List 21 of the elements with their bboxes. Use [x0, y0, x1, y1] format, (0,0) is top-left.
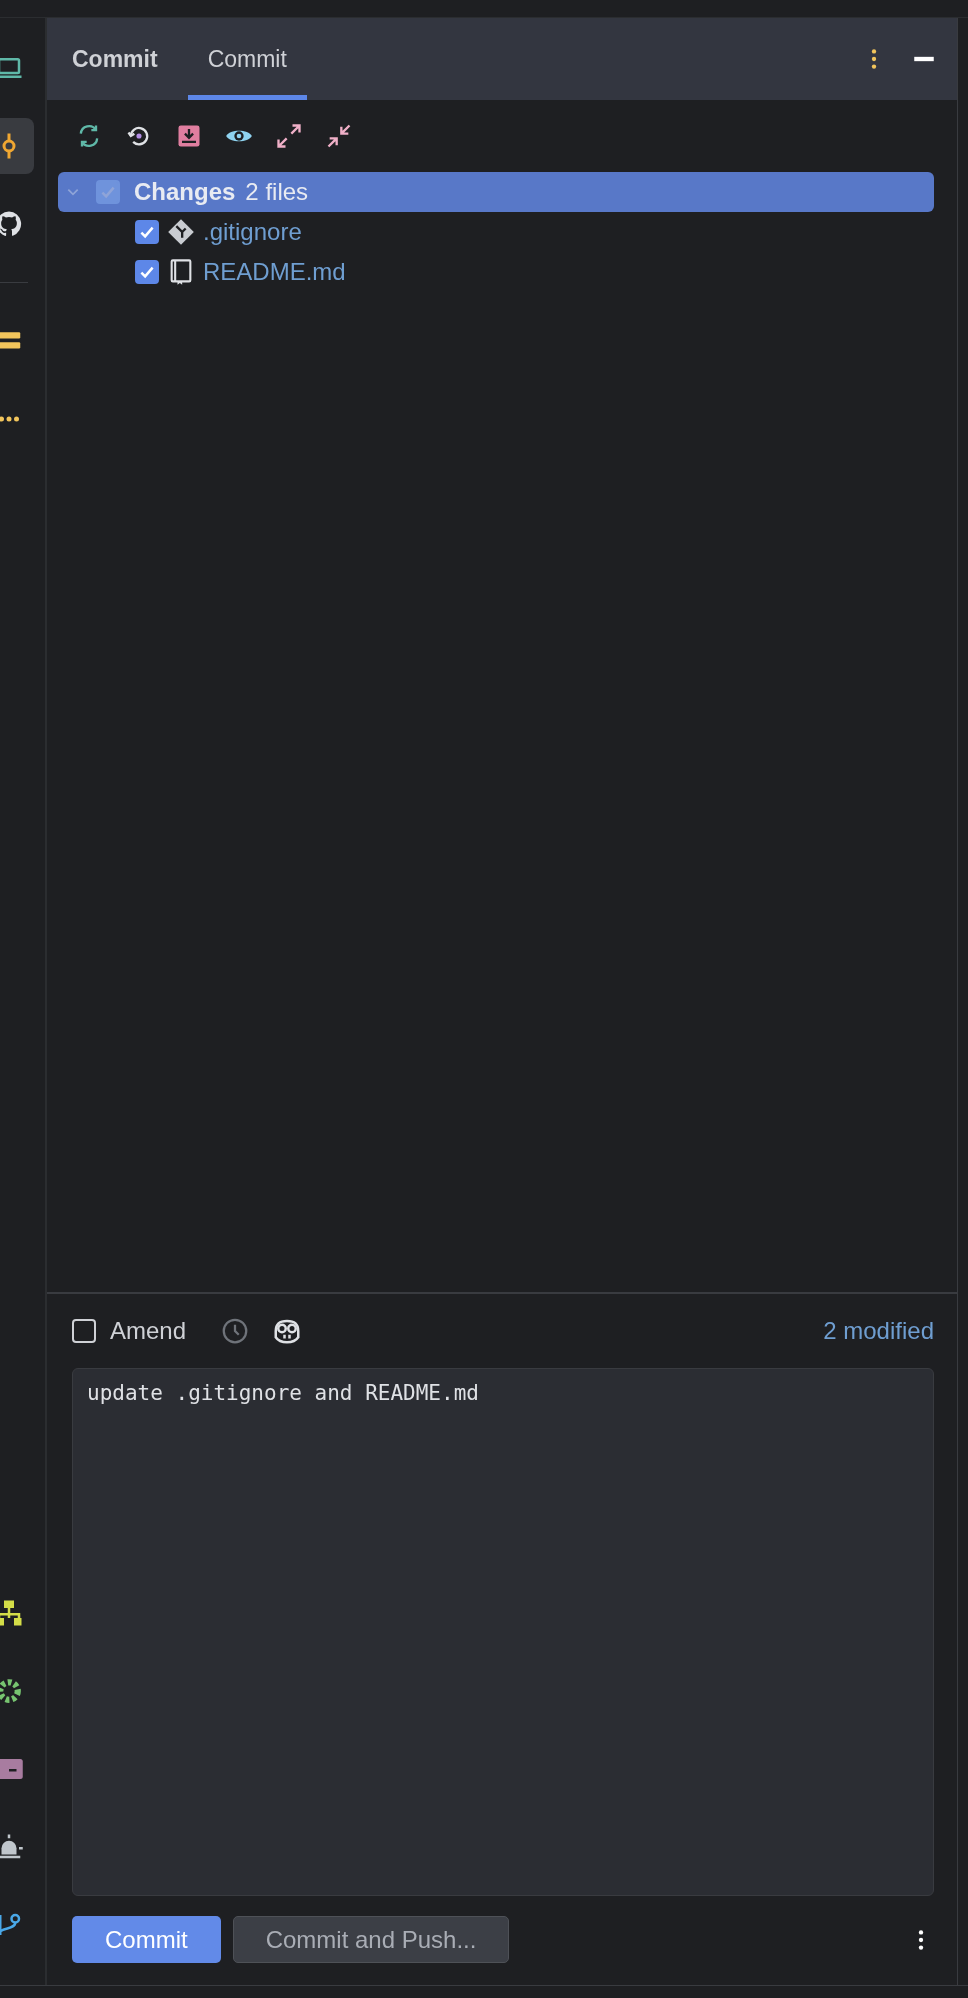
- diamond-file-icon: [167, 218, 195, 246]
- commit-and-push-button[interactable]: Commit and Push...: [232, 1916, 510, 1963]
- checkbox[interactable]: [135, 220, 159, 244]
- file-count: 2 files: [245, 178, 309, 206]
- github-icon[interactable]: [0, 209, 24, 239]
- file-name[interactable]: README.md: [203, 258, 346, 286]
- amend-checkbox[interactable]: [72, 1319, 96, 1343]
- hierarchy-icon[interactable]: [0, 1598, 24, 1628]
- collapse-all-icon[interactable]: [325, 122, 353, 150]
- commit-message-field[interactable]: update .gitignore and README.md: [72, 1368, 934, 1896]
- panel-title: Commit: [72, 45, 158, 73]
- checkbox[interactable]: [96, 180, 120, 204]
- changes-label: Changes: [134, 178, 236, 206]
- commit-button[interactable]: Commit: [72, 1916, 221, 1963]
- amend-label[interactable]: Amend: [110, 1317, 187, 1345]
- changes-row[interactable]: Changes 2 files: [58, 172, 934, 212]
- file-name[interactable]: .gitignore: [203, 218, 302, 246]
- checkbox[interactable]: [135, 260, 159, 284]
- modified-count-link[interactable]: 2 modified: [823, 1317, 934, 1345]
- expand-all-icon[interactable]: [275, 122, 303, 150]
- commit-tab[interactable]: Commit: [187, 18, 307, 100]
